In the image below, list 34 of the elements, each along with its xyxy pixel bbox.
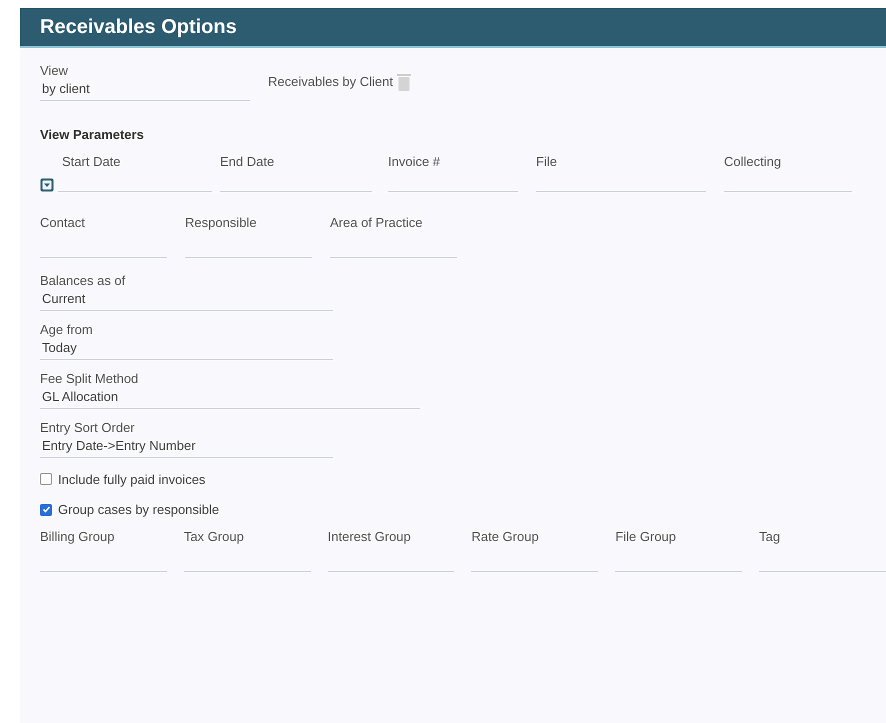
field-label: Tax Group — [184, 528, 245, 544]
field-label: Contact — [40, 214, 86, 230]
checkbox[interactable] — [40, 504, 52, 516]
field-label: Collecting — [724, 152, 782, 170]
input-field[interactable]: GL Allocation — [40, 386, 420, 408]
input-field[interactable]: Current — [40, 288, 333, 310]
report-name: Receivables by Client — [268, 72, 394, 91]
checkbox[interactable] — [40, 473, 52, 486]
field-label: Area of Practice — [330, 214, 424, 230]
field-label: View — [40, 62, 69, 79]
trash-icon[interactable] — [397, 72, 412, 90]
field-label: Fee Split Method — [40, 370, 140, 386]
input-field[interactable]: Today — [40, 338, 333, 360]
field-label: Rate Group — [471, 528, 540, 544]
field-label: End Date — [220, 152, 276, 170]
field-label: Interest Group — [328, 528, 412, 544]
field-label: Entry Sort Order — [40, 418, 136, 436]
input-field[interactable]: Entry Date->Entry Number — [40, 436, 333, 458]
field-label: Billing Group — [40, 528, 116, 544]
field-label: Start Date — [61, 152, 122, 170]
checkbox-option[interactable]: Group cases by responsible — [40, 500, 886, 520]
field-label: Balances as of — [40, 272, 126, 288]
field-label: File — [536, 152, 558, 170]
field-label: Age from — [40, 320, 94, 338]
check-icon — [42, 505, 50, 514]
dropdown-icon[interactable] — [40, 178, 54, 192]
field-label: Responsible — [185, 214, 258, 230]
field-label: Tag — [759, 528, 782, 544]
input-field[interactable]: by client — [40, 79, 250, 101]
window-title: Receivables Options — [40, 15, 237, 40]
section-title: View Parameters — [40, 126, 145, 144]
field-label: Invoice # — [388, 152, 442, 170]
checkbox-option[interactable]: Include fully paid invoices — [40, 470, 886, 489]
field-label: File Group — [615, 528, 678, 544]
